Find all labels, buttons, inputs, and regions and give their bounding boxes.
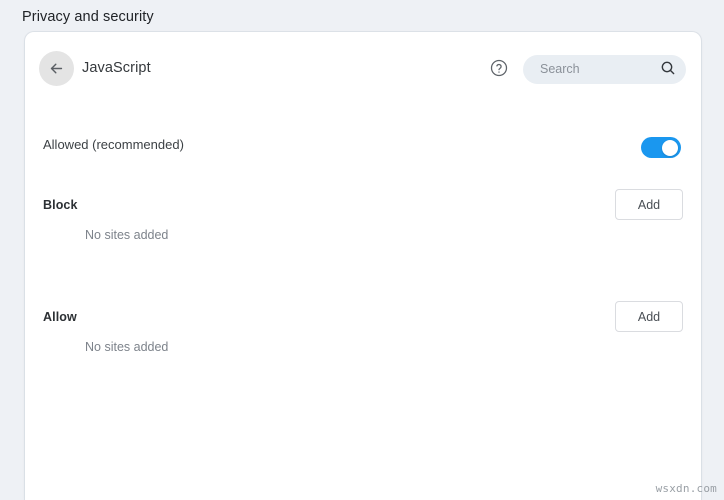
card-header: JavaScript <box>25 32 701 104</box>
help-circle-icon <box>490 59 508 80</box>
allow-section-header: Allow Add <box>25 301 701 345</box>
javascript-allowed-toggle[interactable] <box>641 137 681 158</box>
permission-label: Allowed (recommended) <box>43 137 184 152</box>
section-title: JavaScript <box>82 60 151 76</box>
help-button[interactable] <box>488 58 510 80</box>
allow-section-title: Allow <box>43 310 77 324</box>
permission-toggle-row: Allowed (recommended) <box>25 124 701 172</box>
watermark: wsxdn.com <box>656 482 717 495</box>
toggle-knob <box>662 140 678 156</box>
block-empty-message: No sites added <box>85 228 168 242</box>
block-add-button[interactable]: Add <box>615 189 683 220</box>
page-title: Privacy and security <box>22 9 154 25</box>
arrow-left-icon <box>48 60 65 77</box>
allow-section: Allow Add No sites added <box>25 301 701 345</box>
block-section: Block Add No sites added <box>25 189 701 233</box>
allow-empty-message: No sites added <box>85 340 168 354</box>
back-button[interactable] <box>39 51 74 86</box>
search-input[interactable] <box>523 56 652 83</box>
search-button[interactable] <box>658 60 677 79</box>
settings-card: JavaScript A <box>25 32 701 500</box>
search-icon <box>660 60 676 79</box>
block-section-title: Block <box>43 198 78 212</box>
search-box[interactable] <box>523 55 686 84</box>
block-section-header: Block Add <box>25 189 701 233</box>
allow-add-button[interactable]: Add <box>615 301 683 332</box>
